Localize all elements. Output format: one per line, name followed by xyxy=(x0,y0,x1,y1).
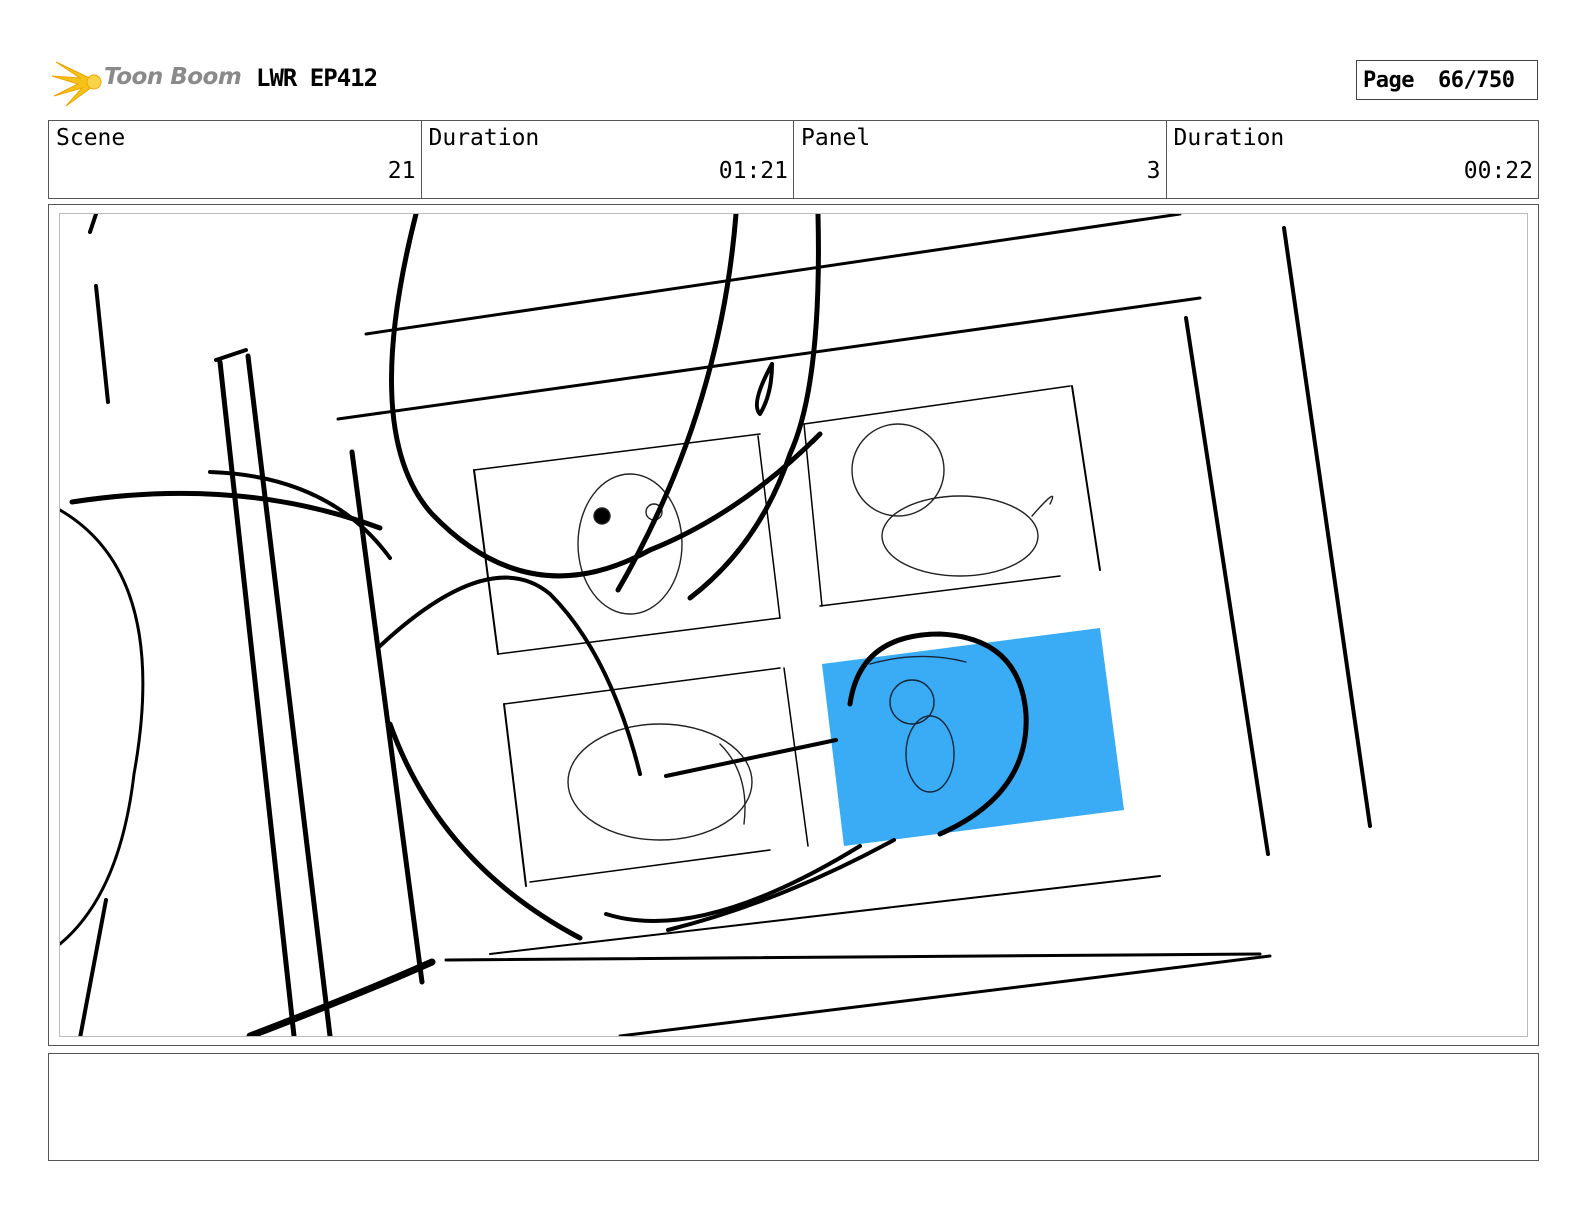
pole-1 xyxy=(217,359,297,1036)
scene-duration-cell: Duration 01:21 xyxy=(422,121,794,198)
screen-inner-top xyxy=(336,296,1202,421)
lion-sketch xyxy=(851,423,945,517)
arm-curve xyxy=(378,575,642,776)
panel-cell: Panel 3 xyxy=(794,121,1167,198)
elephant-sketch xyxy=(567,723,753,841)
scene-cell: Scene 21 xyxy=(49,121,422,198)
scene-value: 21 xyxy=(387,158,416,184)
left-tick xyxy=(88,214,98,234)
project-title: LWR EP412 xyxy=(256,64,378,92)
page-label: Page xyxy=(1363,67,1414,93)
left-curve xyxy=(60,508,145,946)
pole-cap xyxy=(214,348,248,362)
scene-duration-value: 01:21 xyxy=(718,158,788,184)
screen-right-edge xyxy=(1184,316,1270,856)
pointer-line xyxy=(664,738,838,778)
pole-3 xyxy=(349,449,425,985)
grid-divider-v xyxy=(757,435,781,619)
frame-right-edge xyxy=(1282,226,1372,828)
left-short-line xyxy=(94,284,110,404)
panel-value: 3 xyxy=(1146,158,1161,184)
grid-right-edge xyxy=(1071,385,1101,571)
panel-frame xyxy=(48,204,1539,1046)
logo-text: Toon Boom xyxy=(104,64,242,90)
grid-mid-bottom xyxy=(497,617,781,655)
page-value: 66/750 xyxy=(1437,67,1515,93)
base-stroke xyxy=(246,958,436,1036)
grid-lower-top xyxy=(503,667,781,705)
screen-top-edge xyxy=(364,214,1182,336)
grid-top-right xyxy=(803,385,1071,425)
panel-image xyxy=(59,213,1528,1037)
grid-mid-bottom-r xyxy=(819,575,1061,607)
scene-duration-label: Duration xyxy=(428,125,540,151)
grid-top-left xyxy=(473,433,761,471)
grid-lower-divider xyxy=(783,667,809,847)
rail-top xyxy=(69,490,383,531)
panel-duration-label: Duration xyxy=(1173,125,1285,151)
panel-notes xyxy=(48,1053,1539,1161)
finger-tip xyxy=(755,362,774,416)
scene-label: Scene xyxy=(56,125,126,151)
grid-divider-v2 xyxy=(803,423,823,607)
panel-duration-cell: Duration 00:22 xyxy=(1167,121,1539,198)
arm-lower xyxy=(387,721,583,941)
screen-bottom-edge xyxy=(444,952,1262,962)
finger-stroke xyxy=(615,214,739,593)
screen-inner-bottom xyxy=(489,875,1161,955)
scene-info-table: Scene 21 Duration 01:21 Panel 3 Duration… xyxy=(48,120,1539,199)
grid-lower-bottom xyxy=(529,849,771,883)
storyboard-sketch xyxy=(60,214,1372,1036)
grid-lower-left xyxy=(503,703,527,887)
panel-label: Panel xyxy=(801,125,871,151)
page-indicator: Page 66/750 xyxy=(1356,60,1538,100)
panel-duration-value: 00:22 xyxy=(1463,158,1533,184)
pole-2 xyxy=(245,353,333,1036)
screen-lower-edge xyxy=(618,954,1272,1036)
